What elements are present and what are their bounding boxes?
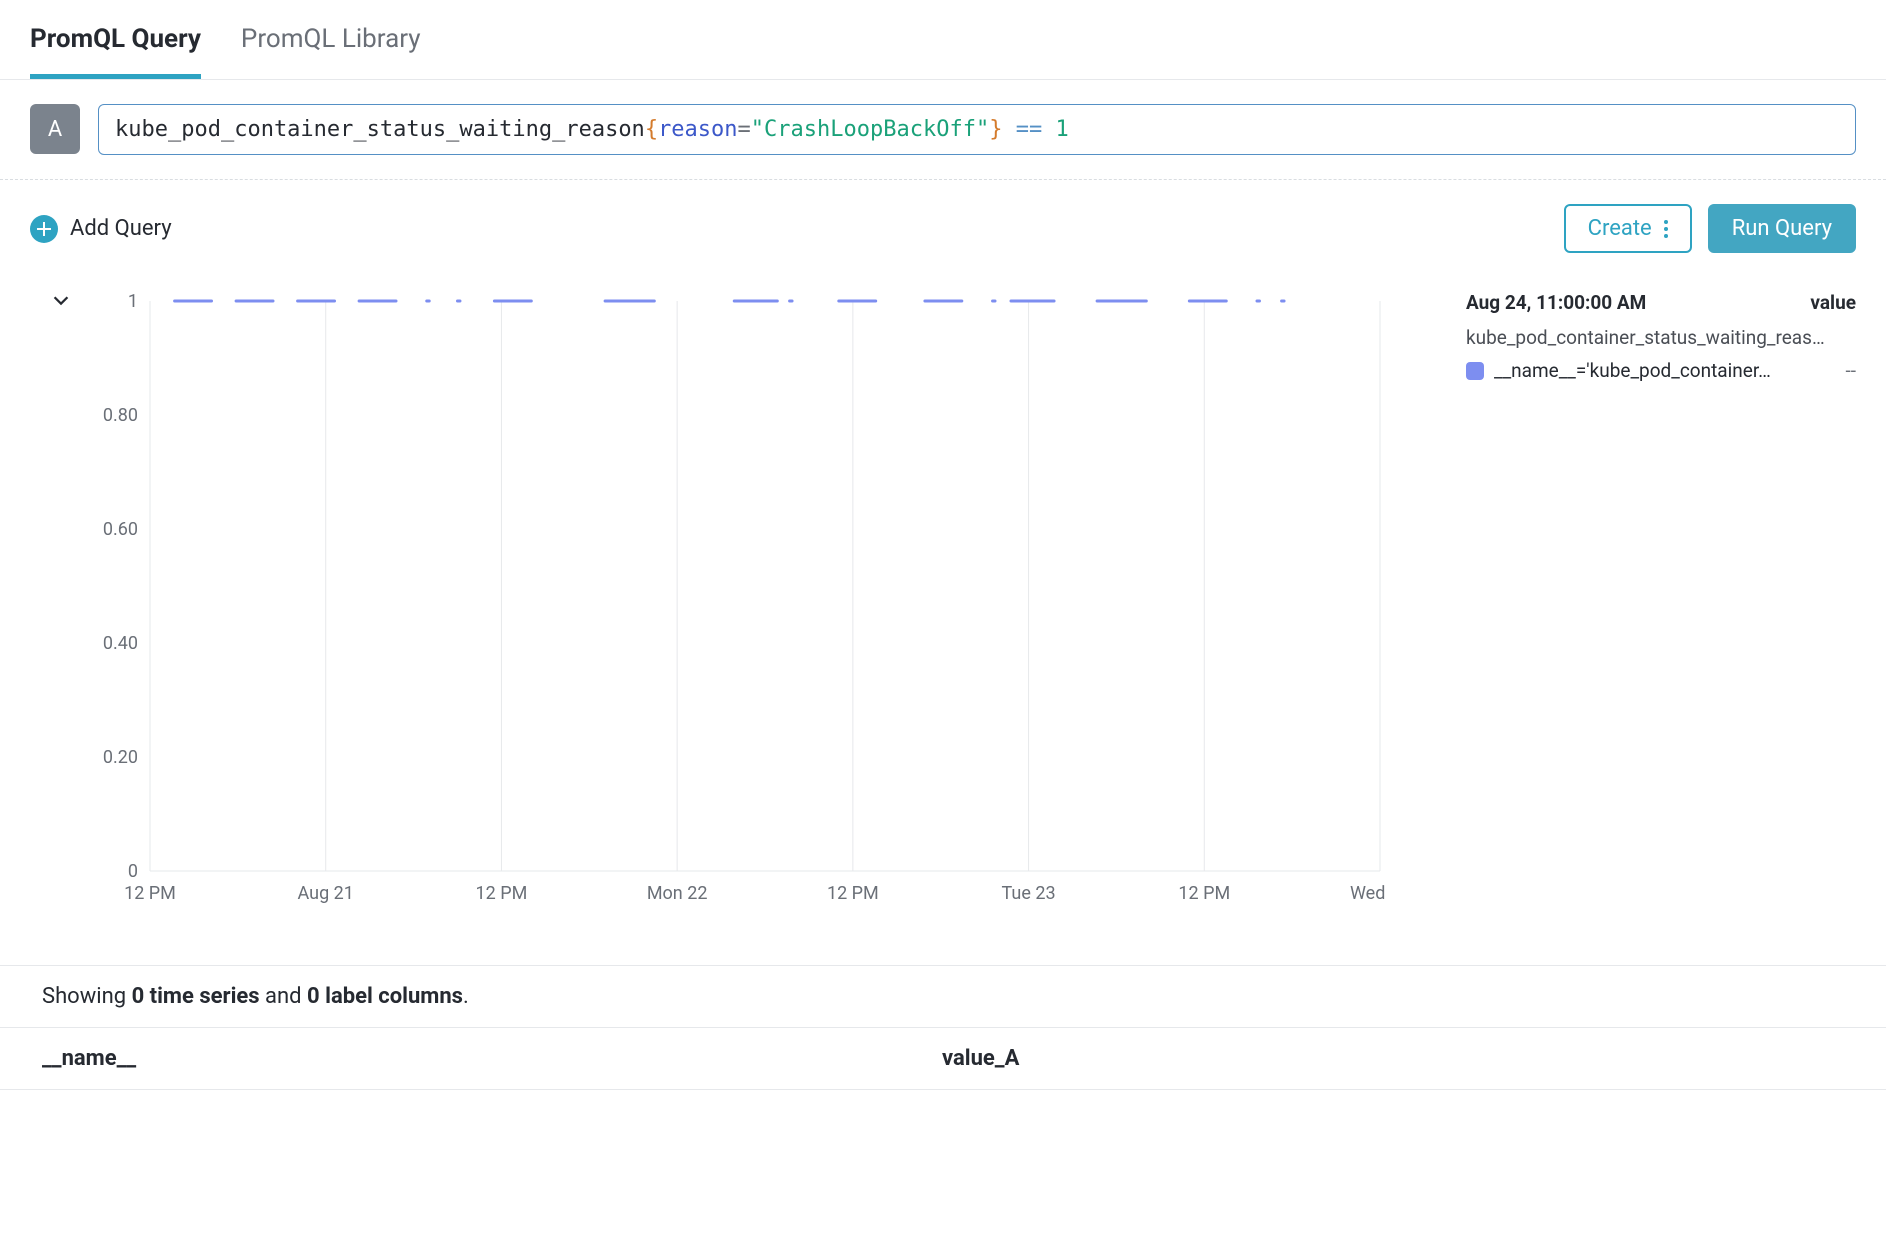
query-token-lbrace: {	[645, 117, 658, 142]
add-query-button[interactable]: Add Query	[30, 215, 172, 243]
create-button-label: Create	[1588, 216, 1652, 241]
svg-text:0.20: 0.20	[103, 747, 138, 768]
collapse-toggle[interactable]	[50, 281, 80, 925]
summary-prefix: Showing	[42, 984, 132, 1009]
table-col-name[interactable]: __name__	[42, 1046, 942, 1071]
svg-text:12 PM: 12 PM	[476, 883, 528, 904]
query-token-value: "CrashLoopBackOff"	[751, 117, 989, 142]
legend-value-header: value	[1810, 291, 1856, 314]
query-badge: A	[30, 104, 80, 154]
svg-text:1: 1	[128, 291, 138, 312]
svg-text:12 PM: 12 PM	[827, 883, 879, 904]
legend-item-text: __name__='kube_pod_container…	[1494, 359, 1835, 382]
query-token-label: reason	[658, 117, 737, 142]
legend-swatch	[1466, 362, 1484, 380]
svg-text:Mon 22: Mon 22	[647, 883, 708, 904]
summary-suffix: .	[463, 984, 469, 1009]
chevron-down-icon	[50, 289, 72, 311]
summary-mid: and	[260, 984, 307, 1009]
legend-series-label: kube_pod_container_status_waiting_reas…	[1466, 326, 1856, 349]
legend-timestamp: Aug 24, 11:00:00 AM	[1466, 291, 1646, 314]
kebab-icon	[1664, 220, 1668, 238]
promql-input[interactable]: kube_pod_container_status_waiting_reason…	[98, 104, 1856, 155]
plus-icon	[30, 215, 58, 243]
run-query-button[interactable]: Run Query	[1708, 204, 1856, 253]
tab-promql-query[interactable]: PromQL Query	[30, 24, 201, 79]
create-button[interactable]: Create	[1564, 204, 1692, 253]
legend-item-value: --	[1845, 359, 1856, 382]
run-query-label: Run Query	[1732, 216, 1832, 241]
query-token-op: ==	[1016, 117, 1043, 142]
svg-text:Aug 21: Aug 21	[298, 883, 354, 904]
add-query-label: Add Query	[70, 216, 172, 241]
tab-promql-library[interactable]: PromQL Library	[241, 24, 421, 79]
svg-text:Tue 23: Tue 23	[1002, 883, 1056, 904]
summary-ts-count: 0 time series	[132, 984, 260, 1009]
query-token-num: 1	[1055, 117, 1068, 142]
table-col-value[interactable]: value_A	[942, 1046, 1019, 1071]
results-summary: Showing 0 time series and 0 label column…	[0, 965, 1886, 1027]
chart-legend: Aug 24, 11:00:00 AM value kube_pod_conta…	[1436, 281, 1856, 925]
svg-text:0: 0	[128, 861, 138, 882]
svg-text:12 PM: 12 PM	[1178, 883, 1230, 904]
query-token-eq: =	[738, 117, 751, 142]
query-token-metric: kube_pod_container_status_waiting_reason	[115, 117, 645, 142]
summary-lc-count: 0 label columns	[307, 984, 463, 1009]
svg-text:0.80: 0.80	[103, 405, 138, 426]
svg-text:Wed 24: Wed 24	[1350, 883, 1390, 904]
svg-text:12 PM: 12 PM	[124, 883, 176, 904]
legend-item[interactable]: __name__='kube_pod_container… --	[1466, 359, 1856, 382]
chart[interactable]: 0 0.20 0.40 0.60 0.80 1 12 PM Aug 21 12 PM Mon 22…	[80, 281, 1436, 925]
svg-text:0.40: 0.40	[103, 633, 138, 654]
query-token-rbrace: }	[989, 117, 1002, 142]
results-table-header: __name__ value_A	[0, 1027, 1886, 1090]
svg-text:0.60: 0.60	[103, 519, 138, 540]
